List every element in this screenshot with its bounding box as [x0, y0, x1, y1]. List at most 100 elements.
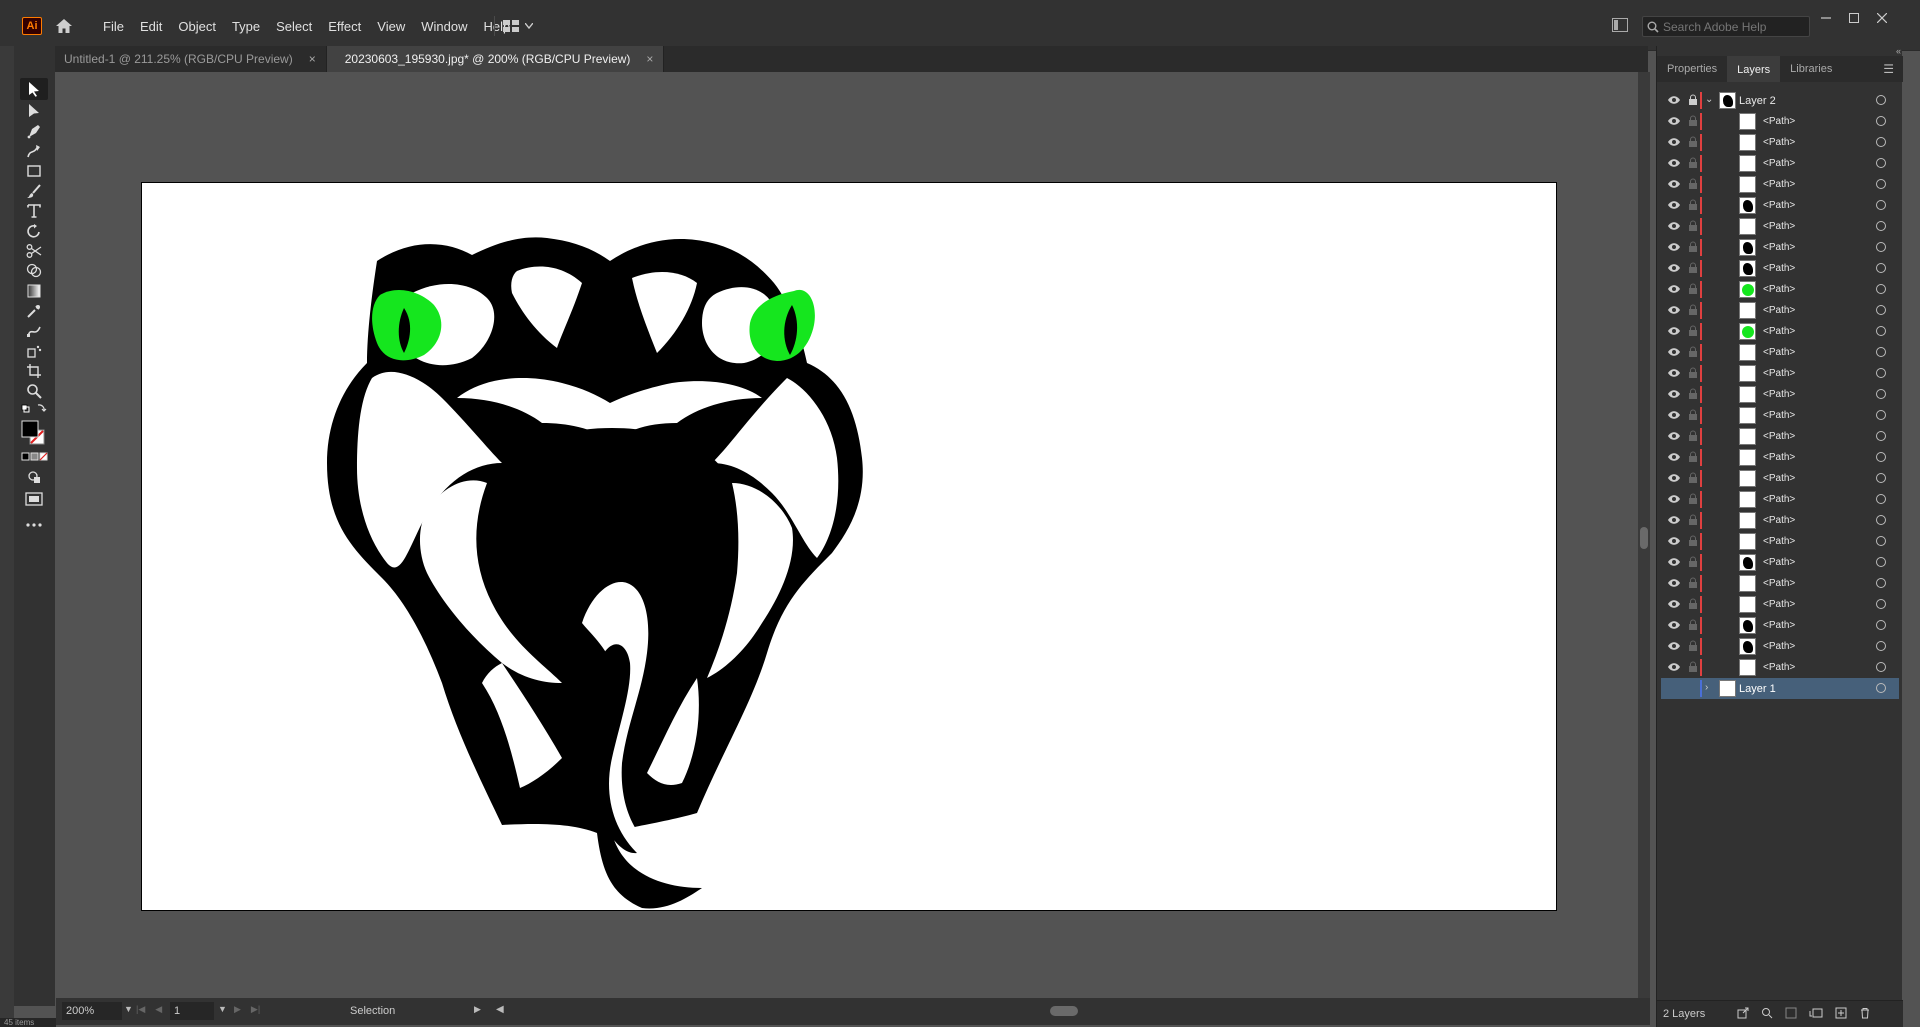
- lock-icon[interactable]: [1688, 178, 1698, 190]
- path-row[interactable]: <Path>: [1661, 153, 1899, 174]
- target-circle-icon[interactable]: [1876, 536, 1886, 546]
- lock-icon[interactable]: [1688, 661, 1698, 673]
- target-circle-icon[interactable]: [1876, 515, 1886, 525]
- drawing-mode-tool[interactable]: [20, 466, 48, 488]
- layer-name[interactable]: Layer 1: [1739, 683, 1776, 695]
- lock-icon[interactable]: [1688, 388, 1698, 400]
- layer-name[interactable]: Layer 2: [1739, 95, 1776, 107]
- path-row[interactable]: <Path>: [1661, 468, 1899, 489]
- tab-properties[interactable]: Properties: [1657, 56, 1727, 82]
- lock-icon[interactable]: [1688, 577, 1698, 589]
- lock-icon[interactable]: [1688, 598, 1698, 610]
- visibility-eye-icon[interactable]: [1667, 410, 1681, 420]
- path-name[interactable]: <Path>: [1763, 536, 1795, 547]
- path-row[interactable]: <Path>: [1661, 447, 1899, 468]
- chevron-right-icon[interactable]: ›: [1705, 682, 1708, 693]
- tab-libraries[interactable]: Libraries: [1780, 56, 1842, 82]
- target-circle-icon[interactable]: [1876, 641, 1886, 651]
- tab-untitled-1[interactable]: Untitled-1 @ 211.25% (RGB/CPU Preview) ×: [46, 46, 327, 72]
- lock-icon[interactable]: [1688, 199, 1698, 211]
- make-clipping-mask-icon[interactable]: [1785, 1007, 1797, 1019]
- visibility-eye-icon[interactable]: [1667, 557, 1681, 567]
- lock-icon[interactable]: [1688, 346, 1698, 358]
- path-row[interactable]: <Path>: [1661, 195, 1899, 216]
- visibility-eye-icon[interactable]: [1667, 515, 1681, 525]
- path-row[interactable]: <Path>: [1661, 573, 1899, 594]
- visibility-eye-icon[interactable]: [1667, 116, 1681, 126]
- visibility-eye-icon[interactable]: [1667, 179, 1681, 189]
- lock-icon[interactable]: [1688, 304, 1698, 316]
- target-circle-icon[interactable]: [1876, 662, 1886, 672]
- target-circle-icon[interactable]: [1876, 221, 1886, 231]
- layer-row-layer-1[interactable]: › Layer 1: [1661, 678, 1899, 699]
- path-name[interactable]: <Path>: [1763, 263, 1795, 274]
- scissors-tool[interactable]: [20, 240, 48, 262]
- gradient-tool[interactable]: [20, 280, 48, 302]
- minimize-button[interactable]: [1818, 10, 1834, 26]
- next-artboard-icon[interactable]: ▶: [234, 1004, 241, 1015]
- target-circle-icon[interactable]: [1876, 158, 1886, 168]
- path-row[interactable]: <Path>: [1661, 216, 1899, 237]
- layer-row-layer-2[interactable]: ⌄ Layer 2: [1661, 90, 1899, 111]
- new-sublayer-icon[interactable]: [1809, 1007, 1823, 1019]
- path-row[interactable]: <Path>: [1661, 174, 1899, 195]
- path-name[interactable]: <Path>: [1763, 368, 1795, 379]
- path-row[interactable]: <Path>: [1661, 615, 1899, 636]
- visibility-eye-icon[interactable]: [1667, 536, 1681, 546]
- target-circle-icon[interactable]: [1876, 242, 1886, 252]
- path-row[interactable]: <Path>: [1661, 132, 1899, 153]
- path-row[interactable]: <Path>: [1661, 426, 1899, 447]
- visibility-eye-icon[interactable]: [1667, 599, 1681, 609]
- close-tab-icon[interactable]: ×: [646, 52, 653, 66]
- menu-view[interactable]: View: [369, 16, 413, 37]
- blend-tool[interactable]: [20, 320, 48, 342]
- path-row[interactable]: <Path>: [1661, 552, 1899, 573]
- visibility-eye-icon[interactable]: [1667, 620, 1681, 630]
- path-name[interactable]: <Path>: [1763, 326, 1795, 337]
- search-input[interactable]: [1663, 19, 1803, 34]
- visibility-eye-icon[interactable]: [1667, 221, 1681, 231]
- path-name[interactable]: <Path>: [1763, 410, 1795, 421]
- menu-type[interactable]: Type: [224, 16, 268, 37]
- curvature-tool[interactable]: [20, 140, 48, 162]
- path-row[interactable]: <Path>: [1661, 384, 1899, 405]
- target-circle-icon[interactable]: [1876, 557, 1886, 567]
- tab-layers[interactable]: Layers: [1727, 56, 1781, 82]
- artboard-tool[interactable]: [20, 360, 48, 382]
- rotate-tool[interactable]: [20, 220, 48, 242]
- visibility-eye-icon[interactable]: [1667, 326, 1681, 336]
- target-circle-icon[interactable]: [1876, 95, 1886, 105]
- path-name[interactable]: <Path>: [1763, 620, 1795, 631]
- path-row[interactable]: <Path>: [1661, 237, 1899, 258]
- selection-tool[interactable]: [20, 78, 48, 100]
- rectangle-tool[interactable]: [20, 160, 48, 182]
- lock-icon[interactable]: [1688, 514, 1698, 526]
- visibility-eye-icon[interactable]: [1667, 347, 1681, 357]
- path-name[interactable]: <Path>: [1763, 305, 1795, 316]
- path-name[interactable]: <Path>: [1763, 641, 1795, 652]
- menu-object[interactable]: Object: [170, 16, 224, 37]
- path-name[interactable]: <Path>: [1763, 284, 1795, 295]
- first-artboard-icon[interactable]: |◀: [136, 1004, 145, 1015]
- path-row[interactable]: <Path>: [1661, 405, 1899, 426]
- lock-icon[interactable]: [1688, 493, 1698, 505]
- path-name[interactable]: <Path>: [1763, 389, 1795, 400]
- path-name[interactable]: <Path>: [1763, 557, 1795, 568]
- screen-mode-tool[interactable]: [20, 488, 48, 510]
- paintbrush-tool[interactable]: [20, 180, 48, 202]
- collapse-panels-icon[interactable]: «: [1896, 46, 1916, 58]
- lock-icon[interactable]: [1688, 367, 1698, 379]
- target-circle-icon[interactable]: [1876, 326, 1886, 336]
- chevron-down-icon[interactable]: ▼: [124, 1004, 133, 1014]
- target-circle-icon[interactable]: [1876, 116, 1886, 126]
- path-name[interactable]: <Path>: [1763, 347, 1795, 358]
- path-name[interactable]: <Path>: [1763, 200, 1795, 211]
- new-layer-icon[interactable]: [1835, 1007, 1847, 1019]
- artboard[interactable]: [141, 182, 1557, 911]
- vertical-scrollbar[interactable]: [1638, 72, 1650, 998]
- path-row[interactable]: <Path>: [1661, 594, 1899, 615]
- artboard-number-field[interactable]: 1: [170, 1002, 214, 1020]
- visibility-eye-icon[interactable]: [1667, 578, 1681, 588]
- tab-20230603[interactable]: 20230603_195930.jpg* @ 200% (RGB/CPU Pre…: [326, 46, 665, 72]
- visibility-eye-icon[interactable]: [1667, 284, 1681, 294]
